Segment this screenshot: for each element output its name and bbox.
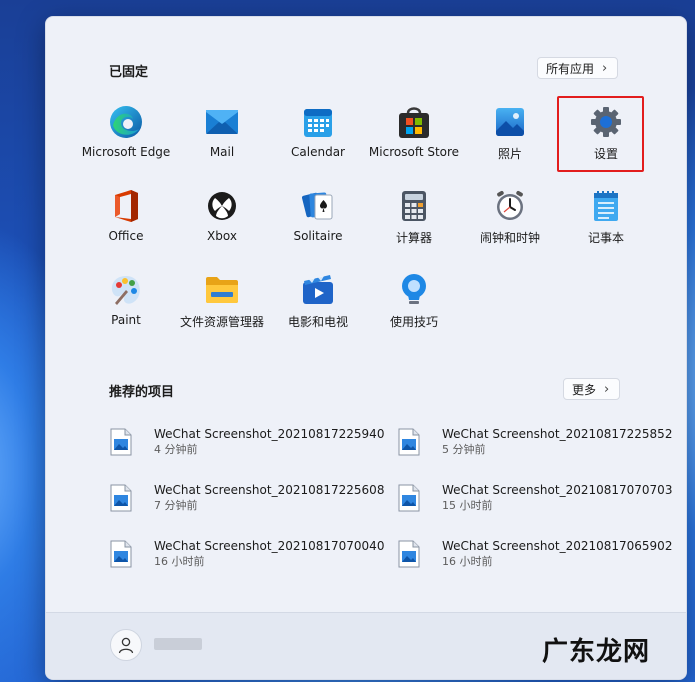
start-menu: 已固定 所有应用 › Microsoft Edge Mail Calendar … [45,16,687,680]
chevron-right-icon: › [602,60,608,76]
all-apps-label: 所有应用 [546,61,595,76]
image-file-icon [110,428,132,456]
pinned-app-solitaire[interactable]: Solitaire [270,185,366,269]
app-label: Microsoft Store [368,145,460,159]
file-name: WeChat Screenshot_20210817065902 [442,539,673,553]
movies-icon [301,273,335,307]
file-time: 16 小时前 [154,555,205,568]
folder-icon [205,273,239,307]
recommended-item[interactable]: WeChat Screenshot_20210817070703 15 小时前 [398,483,673,539]
pinned-app-mail[interactable]: Mail [174,101,270,185]
app-label: 使用技巧 [389,315,438,329]
recommended-item[interactable]: WeChat Screenshot_20210817225940 4 分钟前 [110,427,398,483]
photos-icon [493,105,527,139]
file-time: 16 小时前 [442,555,493,568]
user-avatar[interactable] [110,629,142,661]
app-label: Solitaire [293,229,343,243]
file-time: 7 分钟前 [154,499,198,512]
recommended-item[interactable]: WeChat Screenshot_20210817225852 5 分钟前 [398,427,673,483]
pinned-app-file-explorer[interactable]: 文件资源管理器 [174,269,270,353]
recommended-item[interactable]: WeChat Screenshot_20210817065902 16 小时前 [398,539,673,595]
app-label: 照片 [497,147,522,161]
pinned-app-clock[interactable]: 闹钟和时钟 [462,185,558,269]
image-file-icon [398,428,420,456]
file-time: 4 分钟前 [154,443,198,456]
calculator-icon [397,189,431,223]
solitaire-icon [301,189,335,223]
pinned-app-notepad[interactable]: 记事本 [558,185,654,269]
app-label: Office [108,229,144,243]
app-label: Microsoft Edge [81,145,171,159]
pinned-app-calculator[interactable]: 计算器 [366,185,462,269]
app-label: Mail [209,145,235,159]
image-file-icon [398,540,420,568]
app-label: Paint [111,313,141,327]
paint-icon [109,273,143,307]
edge-icon [109,105,143,139]
recommended-title: 推荐的项目 [109,385,175,400]
settings-highlight-box [557,96,644,172]
pinned-app-office[interactable]: Office [78,185,174,269]
image-file-icon [398,484,420,512]
watermark-text: 广东龙网 [541,637,650,667]
more-button[interactable]: 更多 › [563,378,621,400]
pinned-app-paint[interactable]: Paint [78,269,174,353]
office-icon [109,189,143,223]
mail-icon [205,105,239,139]
app-label: 电影和电视 [287,315,348,329]
recommended-list: WeChat Screenshot_20210817225940 4 分钟前 We… [110,427,673,595]
image-file-icon [110,540,132,568]
pinned-app-photos[interactable]: 照片 [462,101,558,185]
file-name: WeChat Screenshot_20210817225940 [154,427,385,441]
xbox-icon [205,189,239,223]
pinned-app-store[interactable]: Microsoft Store [366,101,462,185]
app-label: Xbox [207,229,237,243]
chevron-right-icon: › [604,381,610,397]
app-label: Calendar [291,145,345,159]
store-icon [397,105,431,139]
pinned-app-calendar[interactable]: Calendar [270,101,366,185]
more-label: 更多 [572,382,597,397]
start-footer: 广东龙网 [46,612,686,679]
recommended-item[interactable]: WeChat Screenshot_20210817225608 7 分钟前 [110,483,398,539]
username-redacted[interactable] [154,638,202,650]
app-label: 文件资源管理器 [179,315,264,329]
app-label: 闹钟和时钟 [479,231,540,245]
image-file-icon [110,484,132,512]
app-label: 计算器 [395,231,432,245]
pinned-app-movies-tv[interactable]: 电影和电视 [270,269,366,353]
user-icon [118,637,134,654]
pinned-app-xbox[interactable]: Xbox [174,185,270,269]
pinned-app-edge[interactable]: Microsoft Edge [78,101,174,185]
file-time: 5 分钟前 [442,443,486,456]
app-label: 记事本 [587,231,624,245]
file-time: 15 小时前 [442,499,493,512]
pinned-title: 已固定 [109,65,149,80]
tips-icon [397,273,431,307]
file-name: WeChat Screenshot_20210817070040 [154,539,385,553]
pinned-app-tips[interactable]: 使用技巧 [366,269,462,353]
file-name: WeChat Screenshot_20210817070703 [442,483,673,497]
file-name: WeChat Screenshot_20210817225852 [442,427,673,441]
recommended-item[interactable]: WeChat Screenshot_20210817070040 16 小时前 [110,539,398,595]
notepad-icon [589,189,623,223]
clock-icon [493,189,527,223]
calendar-icon [301,105,335,139]
all-apps-button[interactable]: 所有应用 › [537,57,619,79]
file-name: WeChat Screenshot_20210817225608 [154,483,385,497]
